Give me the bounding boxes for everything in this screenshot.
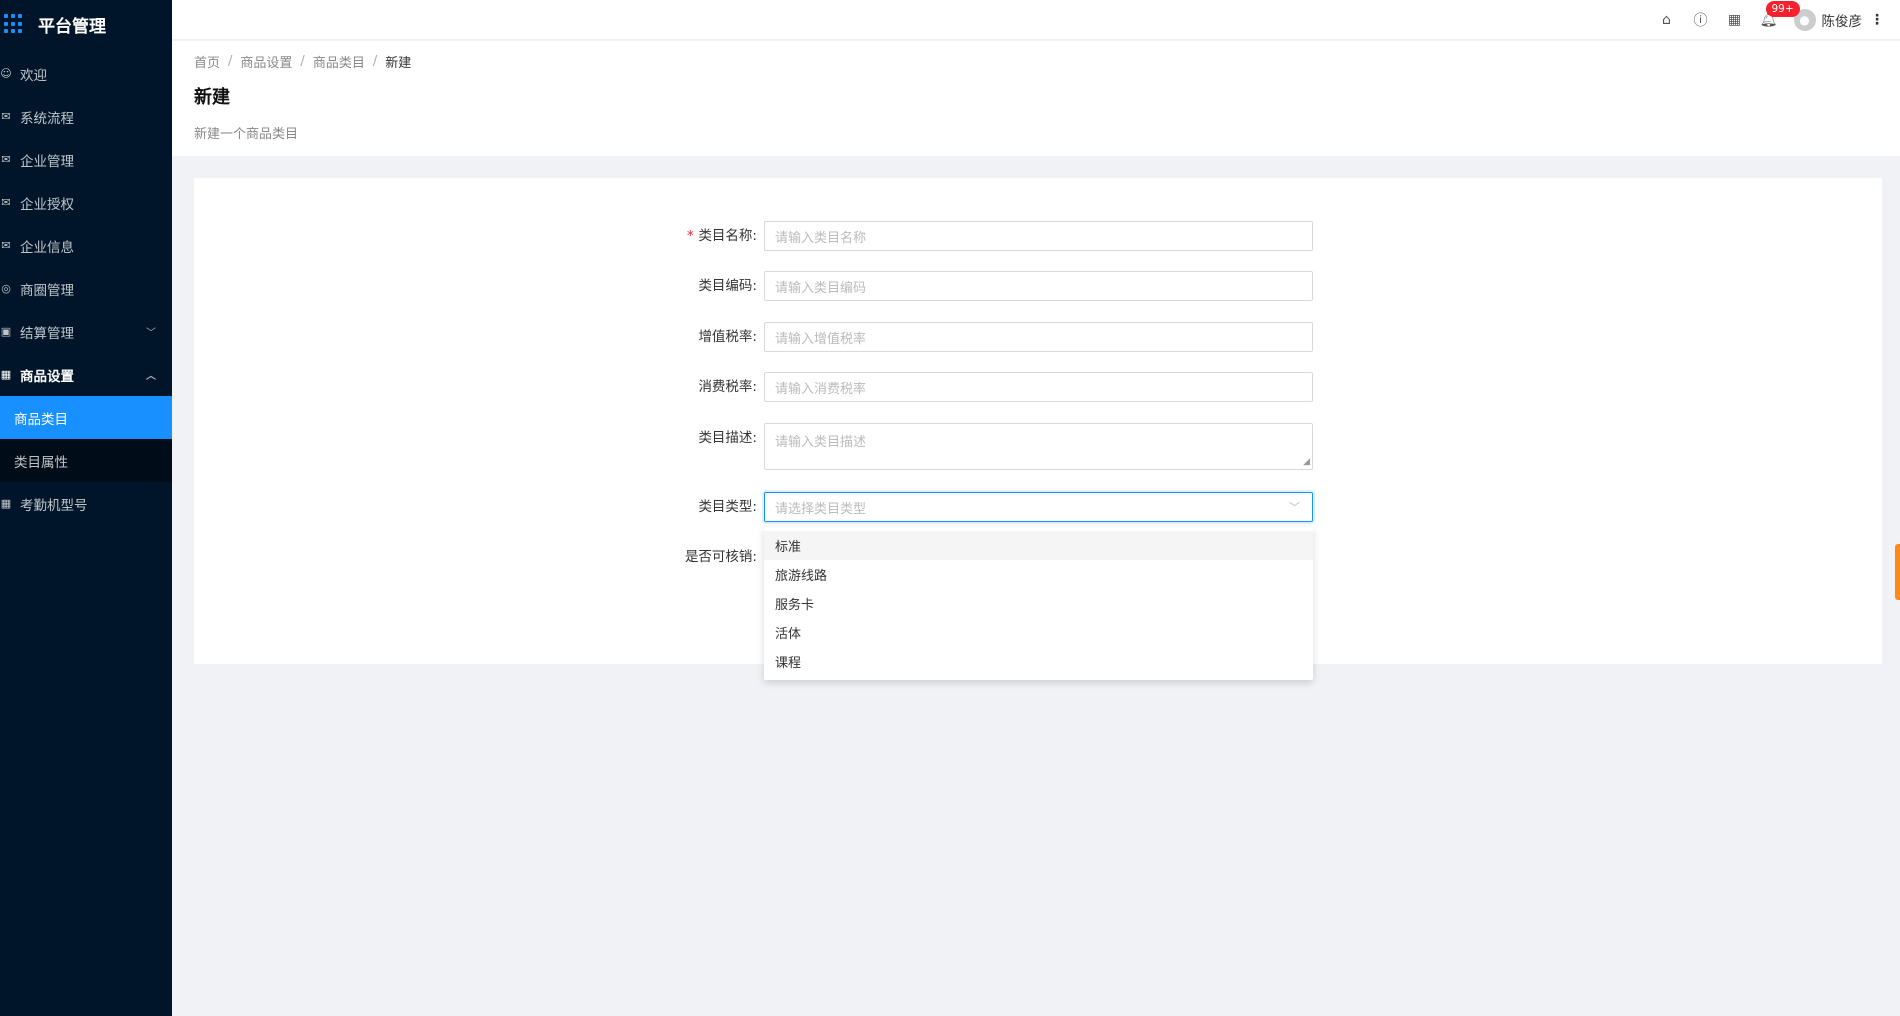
home-icon[interactable]: ⌂ bbox=[1650, 0, 1684, 40]
breadcrumb-home[interactable]: 首页 bbox=[194, 52, 220, 71]
dropdown-option[interactable]: 旅游线路 bbox=[764, 560, 1313, 589]
sidebar-item-product-settings[interactable]: ▦ 商品设置 ︿ bbox=[0, 353, 172, 396]
field-label: 类目类型: bbox=[698, 499, 757, 515]
dropdown-option[interactable]: 活体 bbox=[764, 618, 1313, 647]
mail-icon: ✉ bbox=[1, 196, 11, 209]
resize-handle-icon[interactable]: ◢ bbox=[1303, 457, 1310, 467]
field-label: 消费税率: bbox=[698, 379, 757, 395]
logo[interactable]: 平台管理 bbox=[0, 0, 172, 48]
dropdown-option[interactable]: 课程 bbox=[764, 647, 1313, 676]
category-name-input[interactable]: 请输入类目名称 bbox=[764, 221, 1313, 251]
user-name: 陈俊彦 bbox=[1821, 13, 1863, 30]
help-icon[interactable]: ⓘ bbox=[1684, 0, 1718, 40]
sidebar-item-label: 欢迎 bbox=[20, 67, 47, 84]
form-row-vat: 增值税率: 请输入增值税率 bbox=[194, 322, 1882, 352]
category-code-input[interactable]: 请输入类目编码 bbox=[764, 271, 1313, 301]
sidebar-item-system-flow[interactable]: ✉ 系统流程 bbox=[0, 95, 172, 138]
sidebar: 平台管理 ☺ 欢迎 ✉ 系统流程 ✉ 企业管理 ✉ 企业授权 ✉ 企业信息 ◎ … bbox=[0, 0, 172, 1016]
breadcrumb-product-settings[interactable]: 商品设置 bbox=[240, 52, 292, 71]
top-header: ⌂ ⓘ ▦ 🔔︎ 99+ ● 陈俊彦 ⋮ bbox=[172, 0, 1900, 40]
vat-rate-input[interactable]: 请输入增值税率 bbox=[764, 322, 1313, 352]
side-drawer-handle[interactable] bbox=[1895, 544, 1900, 600]
field-label: * 类目名称: bbox=[686, 228, 757, 244]
breadcrumb-current: 新建 bbox=[385, 56, 412, 71]
appstore-icon: ▦ bbox=[0, 368, 12, 381]
category-type-dropdown: 标准 旅游线路 服务卡 活体 课程 bbox=[764, 527, 1313, 680]
notification-bell[interactable]: 🔔︎ 99+ bbox=[1752, 0, 1800, 40]
sidebar-item-label: 企业信息 bbox=[20, 239, 74, 256]
dropdown-option[interactable]: 标准 bbox=[764, 531, 1313, 560]
sidebar-item-category-attributes[interactable]: 类目属性 bbox=[0, 439, 172, 482]
dropdown-option[interactable]: 服务卡 bbox=[764, 589, 1313, 618]
page-description: 新建一个商品类目 bbox=[194, 127, 299, 142]
sidebar-menu: ☺ 欢迎 ✉ 系统流程 ✉ 企业管理 ✉ 企业授权 ✉ 企业信息 ◎ 商圈管理 … bbox=[0, 52, 172, 525]
required-mark: * bbox=[686, 228, 695, 244]
field-label: 类目描述: bbox=[698, 430, 757, 446]
sidebar-item-label: 结算管理 bbox=[20, 325, 74, 342]
category-type-select[interactable]: 请选择类目类型 ﹀ bbox=[764, 492, 1313, 522]
smile-icon: ☺ bbox=[0, 67, 12, 80]
sidebar-item-label: 考勤机型号 bbox=[20, 497, 88, 514]
mail-icon: ✉ bbox=[1, 239, 11, 252]
compass-icon: ◎ bbox=[1, 282, 11, 295]
apps-icon[interactable]: ▦ bbox=[1718, 0, 1752, 40]
field-label: 类目编码: bbox=[698, 278, 757, 294]
sidebar-item-label: 商品类目 bbox=[14, 411, 68, 428]
category-description-textarea[interactable]: 请输入类目描述 ◢ bbox=[764, 423, 1313, 470]
select-placeholder: 请选择类目类型 bbox=[775, 501, 867, 517]
breadcrumb-separator: / bbox=[228, 54, 233, 69]
mail-icon: ✉ bbox=[1, 153, 11, 166]
mail-icon: ✉ bbox=[1, 110, 11, 123]
chevron-down-icon: ﹀ bbox=[1289, 501, 1300, 514]
sidebar-item-enterprise-info[interactable]: ✉ 企业信息 bbox=[0, 224, 172, 267]
app-title: 平台管理 bbox=[38, 16, 106, 37]
form-row-consumption-tax: 消费税率: 请输入消费税率 bbox=[194, 372, 1882, 402]
sidebar-item-label: 企业授权 bbox=[20, 196, 74, 213]
breadcrumb-product-category[interactable]: 商品类目 bbox=[313, 52, 365, 71]
chevron-up-icon: ︿ bbox=[146, 371, 156, 382]
appstore-icon: ▦ bbox=[0, 497, 12, 510]
sidebar-item-business-district[interactable]: ◎ 商圈管理 bbox=[0, 267, 172, 310]
chevron-down-icon: ﹀ bbox=[146, 328, 156, 339]
notification-badge: 99+ bbox=[1765, 0, 1800, 17]
sidebar-item-welcome[interactable]: ☺ 欢迎 bbox=[0, 52, 172, 95]
sidebar-item-enterprise-mgmt[interactable]: ✉ 企业管理 bbox=[0, 138, 172, 181]
form-row-code: 类目编码: 请输入类目编码 bbox=[194, 271, 1882, 301]
form-row-description: 类目描述: 请输入类目描述 ◢ bbox=[194, 423, 1882, 470]
page-title: 新建 bbox=[194, 87, 230, 108]
field-label: 增值税率: bbox=[698, 329, 757, 345]
sidebar-item-settlement[interactable]: ▣ 结算管理 ﹀ bbox=[0, 310, 172, 353]
page-header: 首页 / 商品设置 / 商品类目 / 新建 新建 新建一个商品类目 bbox=[172, 41, 1900, 156]
calculator-icon: ▣ bbox=[0, 325, 12, 338]
sidebar-item-label: 类目属性 bbox=[14, 454, 68, 471]
user-menu[interactable]: ● 陈俊彦 bbox=[1793, 8, 1863, 31]
consumption-tax-input[interactable]: 请输入消费税率 bbox=[764, 372, 1313, 402]
breadcrumb-separator: / bbox=[372, 54, 378, 69]
apps-grid-icon bbox=[4, 14, 24, 34]
sidebar-item-enterprise-auth[interactable]: ✉ 企业授权 bbox=[0, 181, 172, 224]
more-vertical-icon[interactable]: ⋮ bbox=[1868, 12, 1886, 28]
breadcrumb-separator: / bbox=[300, 54, 305, 69]
sidebar-item-label: 企业管理 bbox=[20, 153, 74, 170]
form-row-type: 类目类型: 请选择类目类型 ﹀ bbox=[194, 492, 1882, 522]
sidebar-item-label: 商圈管理 bbox=[20, 282, 74, 299]
sidebar-item-label: 商品设置 bbox=[20, 368, 74, 385]
sidebar-item-product-category[interactable]: 商品类目 bbox=[0, 396, 172, 439]
field-label: 是否可核销: bbox=[684, 549, 757, 565]
sidebar-item-attendance-model[interactable]: ▦ 考勤机型号 bbox=[0, 482, 172, 525]
product-settings-submenu: 商品类目 类目属性 bbox=[0, 396, 172, 482]
breadcrumb: 首页 / 商品设置 / 商品类目 / 新建 bbox=[194, 52, 1878, 71]
sidebar-item-label: 系统流程 bbox=[20, 110, 74, 127]
form-row-name: * 类目名称: 请输入类目名称 bbox=[194, 221, 1882, 251]
textarea-placeholder: 请输入类目描述 bbox=[775, 435, 867, 450]
